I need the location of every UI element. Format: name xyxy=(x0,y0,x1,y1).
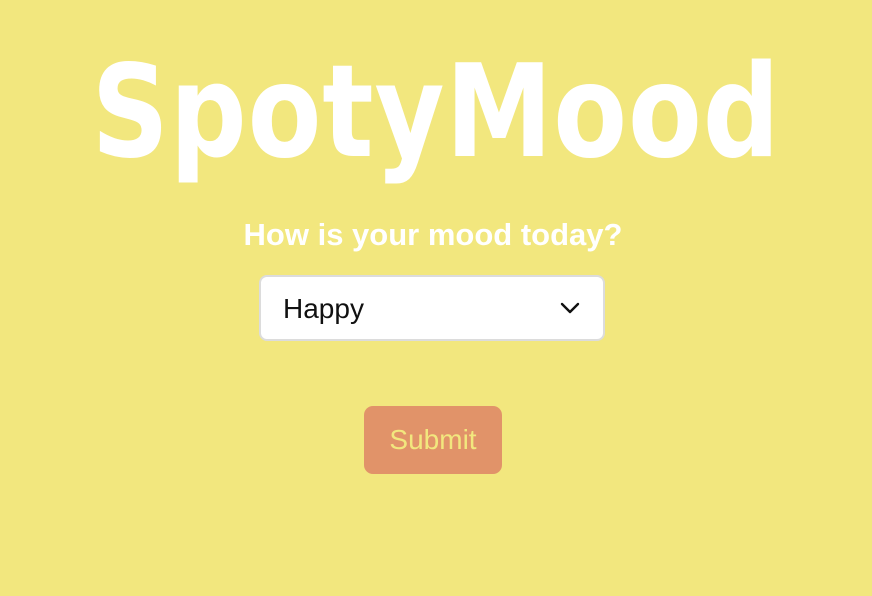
mood-select[interactable]: Happy xyxy=(259,275,605,341)
mood-question: How is your mood today? xyxy=(243,217,623,252)
app-logo: SpotyMood xyxy=(91,38,781,187)
mood-select-value: Happy xyxy=(283,293,364,324)
submit-button[interactable]: Submit xyxy=(364,406,502,474)
chevron-down-icon xyxy=(560,302,580,314)
app-container: SpotyMood How is your mood today? Happy … xyxy=(0,0,872,596)
